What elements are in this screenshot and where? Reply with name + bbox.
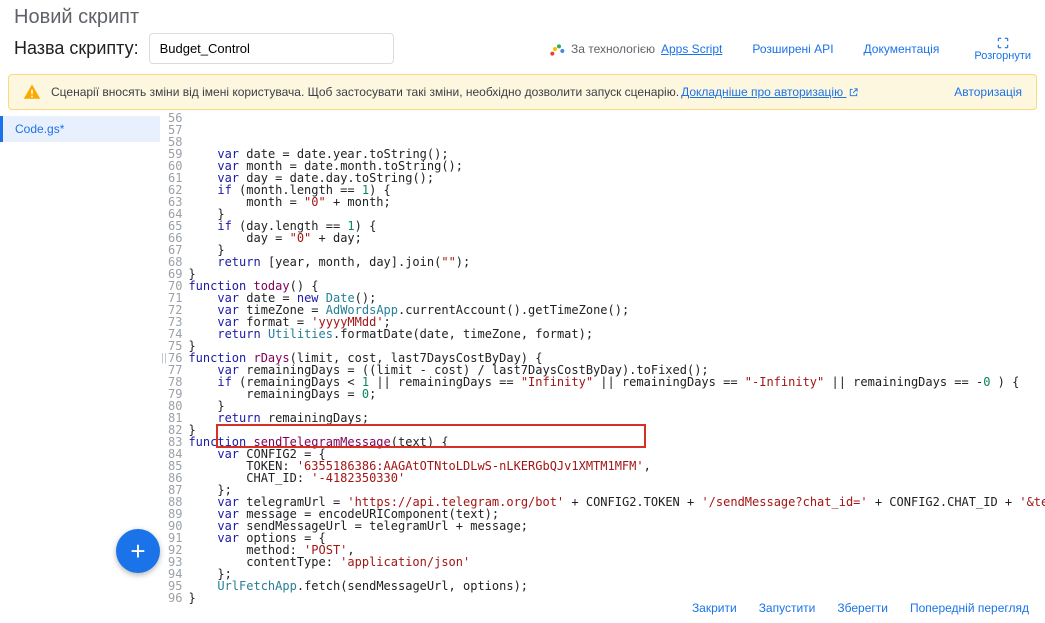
apps-script-icon xyxy=(549,41,565,57)
page-title: Новий скрипт xyxy=(0,0,1045,29)
technology-block: За технологією Apps Script xyxy=(549,41,722,57)
authorization-details-link[interactable]: Докладніше про авторизацію xyxy=(681,85,869,99)
add-script-fab[interactable]: + xyxy=(116,529,160,573)
code-line[interactable]: month = "0" + month; xyxy=(188,196,1045,208)
external-link-icon xyxy=(848,87,859,98)
banner-text: Сценарії вносять зміни від імені користу… xyxy=(51,85,679,99)
code-line[interactable]: return [year, month, day].join(""); xyxy=(188,256,1045,268)
apps-script-link[interactable]: Apps Script xyxy=(661,42,722,56)
authorize-button[interactable]: Авторизація xyxy=(954,85,1022,99)
code-line[interactable]: contentType: 'application/json' xyxy=(188,556,1045,568)
pane-divider[interactable]: || xyxy=(160,110,168,605)
code-line[interactable]: CHAT_ID: '-4182350330' xyxy=(188,472,1045,484)
expand-label: Розгорнути xyxy=(974,50,1031,62)
warning-icon xyxy=(23,83,41,101)
code-line[interactable]: return Utilities.formatDate(date, timeZo… xyxy=(188,328,1045,340)
code-line[interactable]: remainingDays = 0; xyxy=(188,388,1045,400)
footer-actions: Закрити Запустити Зберегти Попередній пе… xyxy=(676,593,1045,623)
code-editor[interactable]: 5657585960616263646566676869707172737475… xyxy=(168,110,1045,605)
file-tab-code-gs[interactable]: Code.gs* xyxy=(0,116,160,142)
code-area[interactable]: var date = date.year.toString(); var mon… xyxy=(188,110,1045,605)
line-gutter: 5657585960616263646566676869707172737475… xyxy=(168,110,188,605)
advanced-api-link[interactable]: Розширені API xyxy=(752,42,833,56)
tech-prefix: За технологією xyxy=(571,42,655,56)
script-name-input[interactable] xyxy=(149,33,394,64)
save-button[interactable]: Зберегти xyxy=(837,601,888,615)
authorization-banner: Сценарії вносять зміни від імені користу… xyxy=(8,74,1037,110)
code-line[interactable]: day = "0" + day; xyxy=(188,232,1045,244)
run-button[interactable]: Запустити xyxy=(759,601,816,615)
close-button[interactable]: Закрити xyxy=(692,601,737,615)
expand-icon xyxy=(996,36,1010,50)
expand-button[interactable]: Розгорнути xyxy=(974,36,1031,62)
documentation-link[interactable]: Документація xyxy=(864,42,940,56)
header-bar: Назва скрипту: За технологією Apps Scrip… xyxy=(0,29,1045,74)
workspace: Code.gs* || 5657585960616263646566676869… xyxy=(0,110,1045,605)
code-line[interactable]: UrlFetchApp.fetch(sendMessageUrl, option… xyxy=(188,580,1045,592)
preview-button[interactable]: Попередній перегляд xyxy=(910,601,1029,615)
script-name-label: Назва скрипту: xyxy=(14,38,139,59)
code-line[interactable]: return remainingDays; xyxy=(188,412,1045,424)
